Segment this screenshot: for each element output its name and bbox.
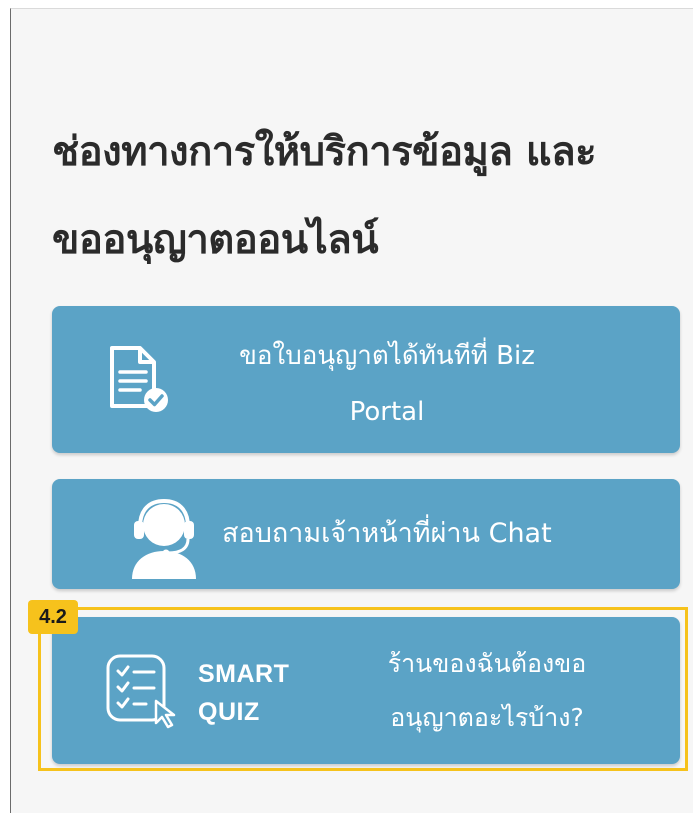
document-check-icon [110,346,168,412]
smart-quiz-logo-line1: SMART [198,660,290,688]
headset-agent-icon [132,498,196,579]
section-heading-line2: ขออนุญาตออนไลน์ [52,217,379,263]
biz-portal-label: ขอใบอนุญาตได้ทันทีที่ Biz Portal [239,341,535,427]
step-badge: 4.2 [28,600,78,634]
chat-label: สอบถามเจ้าหน้าที่ผ่าน Chat [222,518,552,549]
biz-portal-button[interactable]: ขอใบอนุญาตได้ทันทีที่ Biz Portal [52,306,680,453]
smart-quiz-logo: SMART QUIZ [198,655,289,731]
smart-quiz-button[interactable]: SMART QUIZ ร้านของฉันต้องขออนุญาตอะไรบ้า… [52,617,680,764]
smart-quiz-label: ร้านของฉันต้องขออนุญาตอะไรบ้าง? [387,649,587,732]
section-heading: ช่องทางการให้บริการข้อมูล และ ขออนุญาตออ… [52,108,682,284]
section-heading-line1: ช่องทางการให้บริการข้อมูล และ [52,129,597,175]
smart-quiz-logo-line2: QUIZ [198,698,260,726]
chat-button[interactable]: สอบถามเจ้าหน้าที่ผ่าน Chat [52,479,680,589]
checklist-cursor-icon [106,654,176,729]
